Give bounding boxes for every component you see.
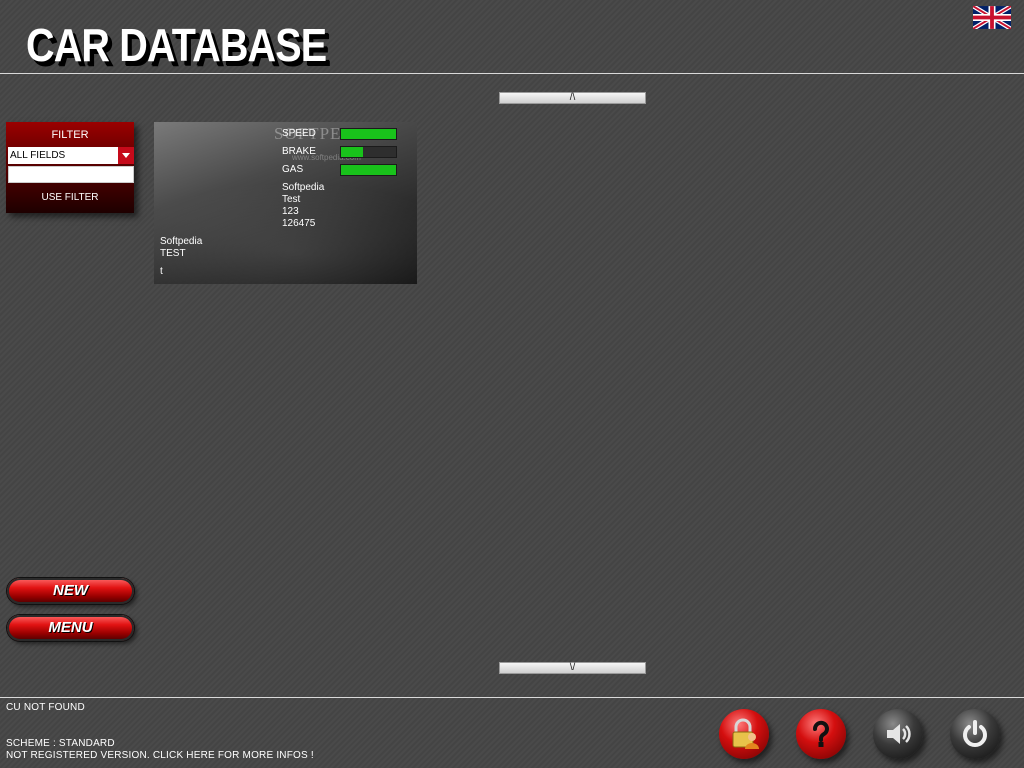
car-model: TEST (160, 248, 186, 259)
car-details: Softpedia Test 123 126475 (282, 182, 324, 230)
use-filter-button[interactable]: USE FILTER (6, 190, 134, 206)
speed-bar (340, 128, 397, 140)
app-title: CAR DATABASE (26, 19, 327, 71)
car-detail-line: Softpedia (282, 182, 325, 193)
speed-bar-fill (341, 129, 396, 139)
car-name: Softpedia (160, 236, 203, 247)
scroll-down-button[interactable]: \/ (499, 662, 646, 674)
lock-user-button[interactable] (719, 709, 769, 759)
menu-button[interactable]: MENU (7, 615, 134, 641)
lock-user-icon (732, 718, 759, 749)
gas-bar (340, 164, 397, 176)
gas-bar-fill (341, 165, 396, 175)
power-icon (963, 720, 987, 747)
help-button[interactable] (796, 709, 846, 759)
power-button[interactable] (950, 709, 1000, 759)
registration-link[interactable]: NOT REGISTERED VERSION. CLICK HERE FOR M… (6, 750, 314, 761)
speaker-icon (887, 724, 911, 744)
car-identity: Softpedia TEST (160, 236, 202, 260)
stat-label-brake: BRAKE (282, 146, 316, 157)
car-card[interactable]: SOFTPEDIA www.softpedia.com SPEED BRAKE … (154, 122, 417, 284)
car-note: t (160, 266, 163, 277)
brake-bar (340, 146, 397, 158)
brake-bar-fill (341, 147, 363, 157)
header-divider (0, 73, 1024, 74)
sound-button[interactable] (873, 709, 923, 759)
footer-divider (0, 697, 1024, 698)
filter-search-input[interactable] (8, 166, 134, 183)
scheme-status: SCHEME : STANDARD (6, 738, 115, 749)
car-detail-line: 126475 (282, 218, 316, 229)
car-detail-line: Test (282, 194, 301, 205)
uk-flag-icon[interactable] (973, 6, 1011, 29)
filter-field-select[interactable]: ALL FIELDS (8, 147, 134, 164)
filter-title: FILTER (51, 129, 89, 141)
chevron-down-icon[interactable] (118, 147, 134, 164)
filter-field-value: ALL FIELDS (10, 150, 66, 161)
help-icon (813, 720, 829, 747)
cu-status: CU NOT FOUND (6, 702, 85, 713)
filter-panel: FILTER ALL FIELDS USE FILTER (6, 122, 134, 213)
scroll-up-button[interactable]: /\ (499, 92, 646, 104)
car-detail-line: 123 (282, 206, 299, 217)
stat-label-speed: SPEED (282, 128, 316, 139)
new-button[interactable]: NEW (7, 578, 134, 604)
stat-label-gas: GAS (282, 164, 304, 175)
